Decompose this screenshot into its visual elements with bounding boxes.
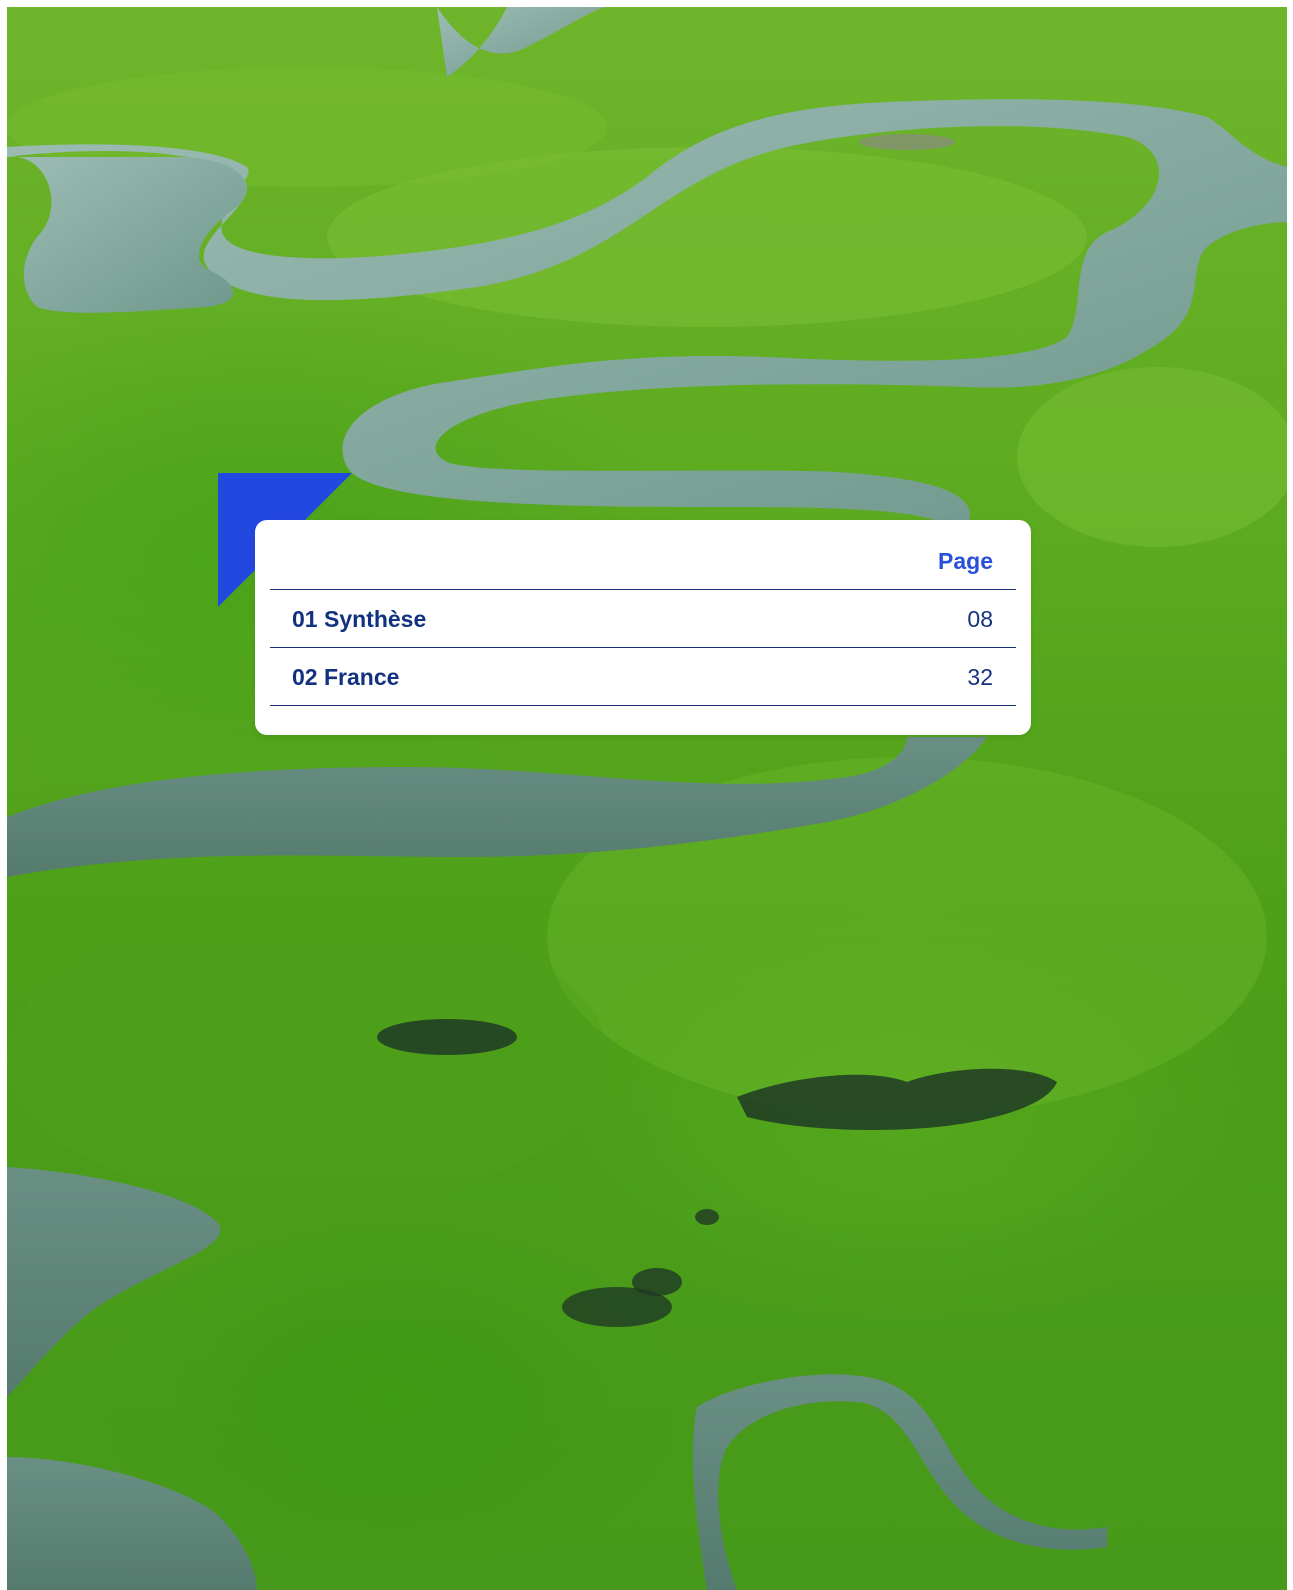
toc-entry-page: 08 [967, 606, 993, 632]
toc-entry[interactable]: 01 Synthèse 08 [270, 590, 1016, 648]
toc-entry[interactable]: 02 France 32 [270, 648, 1016, 706]
toc-entry-page: 32 [967, 664, 993, 690]
table-of-contents: Page 01 Synthèse 08 02 France 32 [255, 520, 1031, 735]
toc-header: Page [270, 520, 1016, 590]
page: Page 01 Synthèse 08 02 France 32 [0, 0, 1293, 1590]
toc-entry-title: 02 France [292, 664, 400, 690]
rivers-illustration [7, 7, 1287, 1590]
toc-page-column-label: Page [938, 548, 993, 574]
toc-entry-title: 01 Synthèse [292, 606, 427, 632]
aerial-river-forest-photo [7, 7, 1287, 1590]
